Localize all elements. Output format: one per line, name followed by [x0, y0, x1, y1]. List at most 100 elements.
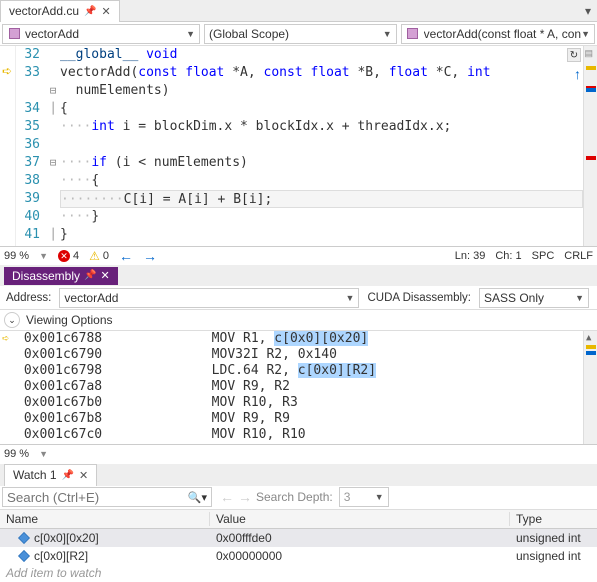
line-indicator[interactable]: Ln: 39 — [455, 250, 486, 262]
cuda-disasm-label: CUDA Disassembly: — [367, 292, 471, 304]
pin-icon[interactable]: 📌 — [84, 6, 96, 17]
tab-label: vectorAdd.cu — [9, 4, 79, 18]
watch-row[interactable]: c[0x0][R2] 0x00000000unsigned int — [0, 547, 597, 565]
disassembly-lines[interactable]: 0x001c6788 MOV R1, c[0x0][0x20] 0x001c67… — [16, 331, 583, 444]
disassembly-status-bar: 99 % ▼ — [0, 444, 597, 463]
current-line-arrow-icon: ➪ — [2, 64, 12, 78]
expand-icon[interactable]: ⌄ — [4, 312, 20, 328]
eol-mode[interactable]: CRLF — [564, 250, 593, 262]
watch-search-input[interactable]: 🔍▾ — [2, 487, 212, 507]
watch-tab-label: Watch 1 — [13, 468, 57, 482]
fold-column[interactable]: ⊟│⊟│ — [46, 46, 60, 246]
col-name-header[interactable]: Name — [0, 512, 210, 526]
line-numbers: 32333435363738394041 — [16, 46, 46, 246]
pin-icon[interactable]: 📌 — [84, 270, 96, 281]
disassembly-tab[interactable]: Disassembly 📌 ✕ — [4, 267, 118, 285]
cube-icon — [9, 28, 20, 39]
zoom-level[interactable]: 99 % — [4, 448, 29, 460]
search-icon[interactable]: 🔍▾ — [188, 491, 207, 504]
watch-value: 0x00000000 — [210, 549, 510, 563]
scope-combo-label: (Global Scope) — [209, 27, 289, 41]
code-editor[interactable]: ➪ 32333435363738394041 ⊟│⊟│ __global__ v… — [0, 46, 597, 246]
editor-tab[interactable]: vectorAdd.cu 📌 ✕ — [0, 0, 120, 22]
warning-icon: ⚠ — [89, 249, 100, 263]
nav-forward-icon[interactable]: → — [143, 248, 157, 264]
zoom-level[interactable]: 99 % — [4, 250, 29, 262]
chevron-down-icon: ▼ — [346, 293, 355, 303]
close-icon[interactable]: ✕ — [79, 469, 88, 482]
chevron-down-icon: ▼ — [575, 293, 584, 303]
watch-rows: c[0x0][0x20]0x00fffde0unsigned intc[0x0]… — [0, 529, 597, 565]
nav-back-icon[interactable]: ← — [220, 489, 234, 505]
disassembly-tab-label: Disassembly — [12, 269, 80, 283]
marker-info — [586, 88, 596, 92]
error-count[interactable]: ✕4 — [58, 250, 79, 262]
cube-icon — [407, 28, 418, 39]
search-depth-combo[interactable]: 3 ▼ — [339, 487, 389, 507]
scroll-up-icon[interactable]: ▲ — [586, 333, 591, 343]
watch-name: c[0x0][R2] — [34, 549, 88, 563]
address-input[interactable]: vectorAdd ▼ — [59, 288, 359, 308]
chevron-down-icon: ▼ — [375, 492, 384, 502]
cuda-disasm-combo[interactable]: SASS Only ▼ — [479, 288, 589, 308]
watch-tab[interactable]: Watch 1 📌 ✕ — [4, 464, 97, 486]
close-icon[interactable]: ✕ — [102, 5, 111, 18]
address-label: Address: — [6, 292, 51, 304]
function-combo-label: vectorAdd(const float * A, con — [424, 27, 581, 41]
disassembly-body[interactable]: ➪ 0x001c6788 MOV R1, c[0x0][0x20] 0x001c… — [0, 331, 597, 444]
chevron-down-icon[interactable]: ▼ — [39, 251, 48, 261]
current-line-arrow-icon: ➪ — [2, 331, 9, 345]
scope-combo[interactable]: (Global Scope) ▼ — [204, 24, 397, 44]
warning-count[interactable]: ⚠0 — [89, 249, 109, 263]
watch-header: Watch 1 📌 ✕ — [0, 464, 597, 486]
close-icon[interactable]: ✕ — [100, 269, 109, 282]
watch-grid-header: Name Value Type — [0, 510, 597, 529]
marker-error — [586, 156, 596, 160]
error-icon: ✕ — [58, 250, 70, 262]
col-indicator[interactable]: Ch: 1 — [495, 250, 521, 262]
chevron-down-icon: ▼ — [186, 29, 195, 39]
col-value-header[interactable]: Value — [210, 512, 510, 526]
watch-type: unsigned int — [510, 549, 597, 563]
watch-name: c[0x0][0x20] — [34, 531, 99, 545]
up-arrow-icon[interactable]: ↑ — [574, 66, 581, 82]
search-field[interactable] — [7, 490, 188, 505]
overview-ruler[interactable]: ▤ — [583, 46, 597, 246]
function-combo[interactable]: vectorAdd(const float * A, con ▼ — [401, 24, 595, 44]
code-area[interactable]: __global__ voidvectorAdd(const float *A,… — [60, 46, 583, 246]
editor-status-bar: 99 % ▼ ✕4 ⚠0 ← → Ln: 39 Ch: 1 SPC CRLF — [0, 246, 597, 265]
disassembly-scrollbar[interactable]: ▲ — [583, 331, 597, 444]
chevron-down-icon[interactable]: ▼ — [39, 449, 48, 459]
search-depth-controls: ← → Search Depth: 3 ▼ — [214, 485, 397, 509]
col-type-header[interactable]: Type — [510, 512, 597, 526]
viewing-options-row: ⌄ Viewing Options — [0, 310, 597, 331]
marker — [586, 345, 596, 349]
watch-row[interactable]: c[0x0][0x20] 0x00fffde0unsigned int — [0, 529, 597, 547]
indent-mode[interactable]: SPC — [532, 250, 555, 262]
add-watch-item[interactable]: Add item to watch — [0, 565, 597, 582]
watch-value: 0x00fffde0 — [210, 531, 510, 545]
editor-tab-bar: vectorAdd.cu 📌 ✕ ▾ — [0, 0, 597, 22]
variable-icon — [18, 550, 30, 562]
nav-back-icon[interactable]: ← — [119, 248, 133, 264]
dropdown-icon[interactable]: ▾ — [579, 4, 597, 18]
watch-search-row: 🔍▾ ← → Search Depth: 3 ▼ — [0, 486, 597, 510]
project-combo-label: vectorAdd — [25, 27, 79, 41]
breakpoint-gutter[interactable]: ➪ — [0, 46, 16, 246]
marker — [586, 351, 596, 355]
chevron-down-icon: ▼ — [383, 29, 392, 39]
watch-type: unsigned int — [510, 531, 597, 545]
marker-current — [586, 66, 596, 70]
sync-icon[interactable]: ↻ — [567, 48, 581, 62]
chevron-down-icon: ▼ — [581, 29, 590, 39]
disassembly-toolbar: Address: vectorAdd ▼ CUDA Disassembly: S… — [0, 286, 597, 310]
pin-icon[interactable]: 📌 — [62, 470, 74, 481]
disassembly-gutter: ➪ — [0, 331, 16, 444]
project-combo[interactable]: vectorAdd ▼ — [2, 24, 200, 44]
viewing-options-label[interactable]: Viewing Options — [26, 313, 113, 327]
split-icon[interactable]: ▤ — [584, 48, 593, 59]
search-depth-label: Search Depth: — [256, 490, 333, 504]
nav-forward-icon[interactable]: → — [238, 489, 252, 505]
variable-icon — [18, 532, 30, 544]
disassembly-header: Disassembly 📌 ✕ — [0, 265, 597, 286]
